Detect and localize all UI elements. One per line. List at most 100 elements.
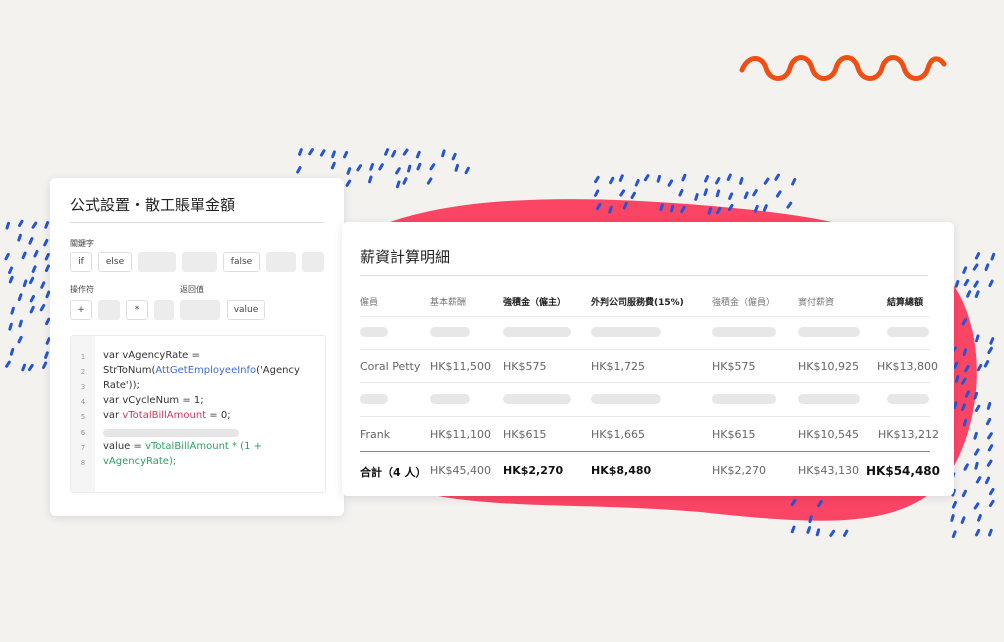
formula-settings-panel: 公式設置・散工賬單金額 關鍵字 if else false 操作符 返回值 + …: [50, 178, 344, 516]
blue-dot: [681, 173, 687, 182]
blue-dot: [29, 294, 35, 303]
cell-placeholder: [887, 327, 929, 337]
operator-placeholder-chip[interactable]: [154, 300, 174, 320]
blue-dot: [343, 150, 349, 159]
code-line: var vAgencyRate =: [103, 350, 200, 361]
blue-dot: [974, 528, 981, 537]
code-token: ('Agency: [256, 365, 300, 376]
blue-dot: [298, 148, 303, 156]
blue-dot: [973, 280, 979, 288]
cell-placeholder: [798, 394, 860, 404]
blue-dot: [790, 525, 796, 534]
operator-placeholder-chip[interactable]: [98, 300, 120, 320]
blue-dot: [44, 351, 49, 359]
blue-dot: [28, 237, 34, 245]
blue-dot: [974, 252, 981, 260]
blue-dot: [704, 174, 710, 183]
blue-dot: [331, 150, 336, 159]
blue-dot: [715, 177, 721, 185]
cell-total-mpf-employee: HK$2,270: [712, 464, 766, 477]
cell-placeholder: [430, 394, 470, 404]
blue-dot: [703, 188, 708, 197]
blue-dot: [21, 251, 27, 260]
blue-dot: [972, 263, 979, 271]
line-number: 1: [80, 353, 86, 361]
cell-mpf-employer: HK$575: [503, 360, 547, 373]
blue-dot: [8, 275, 14, 284]
blue-dot: [10, 306, 15, 315]
code-token: value =: [103, 441, 146, 452]
keyword-placeholder-chip[interactable]: [266, 252, 296, 272]
blue-dot: [402, 177, 408, 185]
keyword-if-chip[interactable]: if: [70, 252, 92, 272]
cell-placeholder: [798, 327, 860, 337]
blue-dot: [726, 173, 732, 182]
return-placeholder-chip[interactable]: [180, 300, 220, 320]
blue-dot: [308, 148, 314, 156]
blue-dot: [973, 502, 980, 510]
column-header-mpf-employer: 強積金（僱主）: [503, 298, 567, 308]
line-number: 5: [80, 413, 86, 421]
cell-basic-salary: HK$11,500: [430, 360, 491, 373]
blue-dot: [5, 360, 11, 368]
keyword-placeholder-chip[interactable]: [182, 252, 217, 272]
blue-dot: [842, 529, 849, 537]
blue-dot: [402, 148, 409, 156]
blue-dot: [31, 265, 37, 273]
keyword-placeholder-chip[interactable]: [138, 252, 176, 272]
blue-dot: [667, 179, 674, 187]
blue-dot: [369, 163, 374, 171]
line-number: 2: [80, 368, 86, 376]
blue-dot: [975, 334, 980, 343]
blue-dot: [763, 177, 770, 185]
blue-dot: [39, 303, 46, 312]
blue-dot: [384, 148, 390, 156]
blue-dot: [728, 192, 734, 200]
cell-placeholder: [712, 327, 776, 337]
blue-dot: [973, 431, 978, 440]
line-number: 8: [80, 459, 86, 467]
blue-dot: [43, 238, 49, 247]
code-line: Rate'));: [103, 380, 140, 391]
blue-dot: [429, 163, 436, 171]
operator-plus-chip[interactable]: +: [70, 300, 92, 320]
blue-dot: [29, 305, 35, 314]
code-line: var vTotalBillAmount = 0;: [103, 410, 231, 421]
blue-dot: [951, 530, 957, 539]
blue-dot: [345, 179, 352, 187]
cell-placeholder: [430, 327, 470, 337]
blue-dot: [988, 499, 995, 508]
formula-code-editor[interactable]: 1 2 3 4 5 6 7 8 var vAgencyRate = StrToN…: [70, 335, 326, 493]
blue-dot: [984, 476, 991, 485]
blue-dot: [775, 190, 782, 198]
blue-dot: [762, 204, 768, 212]
blue-dot: [395, 180, 401, 189]
blue-dot: [715, 189, 721, 198]
column-header-mpf-employee: 強積金（僱員）: [712, 298, 776, 308]
blue-dot: [17, 293, 23, 302]
operator-multiply-chip[interactable]: *: [126, 300, 148, 320]
row-divider: [360, 316, 930, 317]
cell-placeholder: [503, 327, 571, 337]
blue-dot: [378, 163, 384, 171]
blue-dot: [634, 178, 640, 187]
blue-dot: [974, 404, 981, 412]
blue-dot: [774, 173, 780, 181]
blue-dot: [963, 463, 969, 471]
cell-total-basic-salary: HK$45,400: [430, 464, 491, 477]
keyword-placeholder-chip[interactable]: [302, 252, 324, 272]
keyword-else-chip[interactable]: else: [98, 252, 132, 272]
keyword-false-chip[interactable]: false: [223, 252, 260, 272]
blue-dot: [18, 219, 24, 227]
payroll-details-panel: 薪資計算明細 僱員 基本薪酬 強積金（僱主） 外判公司服務費(15%) 強積金（…: [342, 222, 954, 496]
cell-net-pay: HK$10,925: [798, 360, 859, 373]
blue-dot: [987, 444, 994, 452]
total-row-divider: [360, 451, 930, 452]
code-token: = 0;: [206, 410, 231, 421]
return-value-chip[interactable]: value: [227, 300, 265, 320]
cell-placeholder: [503, 394, 571, 404]
row-divider: [360, 416, 930, 417]
blue-dot: [966, 290, 972, 298]
blue-dot: [415, 150, 421, 159]
blue-dot: [950, 514, 955, 522]
